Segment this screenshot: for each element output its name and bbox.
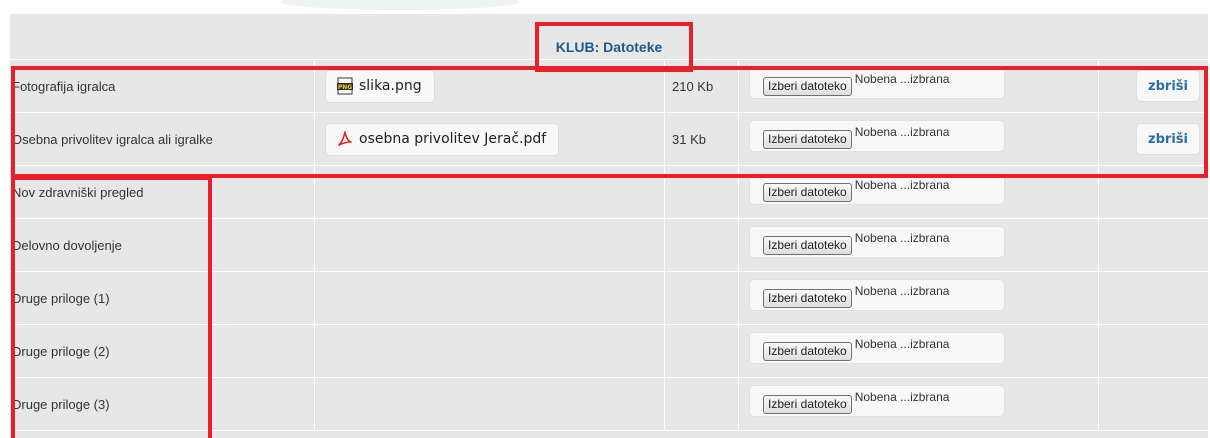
file-link[interactable]: osebna privolitev Jerač.pdf xyxy=(325,122,560,156)
table-row: Fotografija igralca PNG slika.png 210 Kb xyxy=(10,60,1208,113)
choose-file-button[interactable]: Izberi datoteko xyxy=(763,289,852,308)
choose-file-button[interactable]: Izberi datoteko xyxy=(763,395,852,414)
row-label: Druge priloge (1) xyxy=(12,290,110,306)
file-link[interactable]: PNG slika.png xyxy=(325,69,435,103)
table-row: Delovno dovoljenje Izberi datoteko Noben… xyxy=(10,219,1208,272)
choose-file-button[interactable]: Izberi datoteko xyxy=(763,130,852,149)
row-label: Delovno dovoljenje xyxy=(12,237,122,253)
size-cell: 210 Kb xyxy=(665,60,739,112)
row-label-cell: Druge priloge (2) xyxy=(10,325,315,377)
file-cell xyxy=(315,166,665,218)
table-row: Osebna privolitev igralca ali igralke os… xyxy=(10,113,1208,166)
delete-cell xyxy=(1099,219,1208,271)
choose-file-button[interactable]: Izberi datoteko xyxy=(763,77,852,96)
file-size: 31 Kb xyxy=(672,131,706,147)
row-label: Fotografija igralca xyxy=(12,78,116,94)
delete-cell: zbriši xyxy=(1099,113,1208,165)
table-row: Druge priloge (3) Izberi datoteko Nobena… xyxy=(10,378,1208,431)
choose-file-button[interactable]: Izberi datoteko xyxy=(763,183,852,202)
no-file-status: Nobena ...izbrana xyxy=(854,125,950,139)
file-input[interactable]: Izberi datoteko Nobena ...izbrana xyxy=(749,173,1005,205)
table-title-row: KLUB: Datoteke xyxy=(10,14,1208,60)
upload-cell: Izberi datoteko Nobena ...izbrana xyxy=(739,113,1099,165)
no-file-status: Nobena ...izbrana xyxy=(854,390,950,404)
upload-cell: Izberi datoteko Nobena ...izbrana xyxy=(739,325,1099,377)
file-cell: osebna privolitev Jerač.pdf xyxy=(315,113,665,165)
table-row: Druge priloge (2) Izberi datoteko Nobena… xyxy=(10,325,1208,378)
delete-button[interactable]: zbriši xyxy=(1136,123,1200,155)
delete-cell xyxy=(1099,325,1208,377)
delete-cell xyxy=(1099,272,1208,324)
row-label-cell: Delovno dovoljenje xyxy=(10,219,315,271)
row-label: Nov zdravniški pregled xyxy=(12,184,144,200)
file-name: osebna privolitev Jerač.pdf xyxy=(359,131,547,147)
file-name: slika.png xyxy=(359,78,422,94)
choose-file-button[interactable]: Izberi datoteko xyxy=(763,236,852,255)
no-file-status: Nobena ...izbrana xyxy=(854,284,950,298)
svg-text:PNG: PNG xyxy=(338,84,352,91)
file-input[interactable]: Izberi datoteko Nobena ...izbrana xyxy=(749,67,1005,99)
section-title: KLUB: Datoteke xyxy=(555,39,663,55)
png-file-icon: PNG xyxy=(336,77,354,95)
file-cell xyxy=(315,378,665,430)
size-cell xyxy=(665,378,739,430)
no-file-status: Nobena ...izbrana xyxy=(854,178,950,192)
size-cell xyxy=(665,166,739,218)
delete-cell xyxy=(1099,166,1208,218)
row-label: Druge priloge (3) xyxy=(12,396,110,412)
header-swoosh xyxy=(280,0,520,10)
size-cell xyxy=(665,272,739,324)
size-cell xyxy=(665,325,739,377)
page: KLUB: Datoteke Fotografija igralca PNG s… xyxy=(0,0,1210,438)
choose-file-button[interactable]: Izberi datoteko xyxy=(763,342,852,361)
row-label-cell: Fotografija igralca xyxy=(10,60,315,112)
size-cell: 31 Kb xyxy=(665,113,739,165)
row-label: Druge priloge (2) xyxy=(12,343,110,359)
file-input[interactable]: Izberi datoteko Nobena ...izbrana xyxy=(749,226,1005,258)
upload-cell: Izberi datoteko Nobena ...izbrana xyxy=(739,378,1099,430)
upload-cell: Izberi datoteko Nobena ...izbrana xyxy=(739,219,1099,271)
upload-cell: Izberi datoteko Nobena ...izbrana xyxy=(739,272,1099,324)
file-cell xyxy=(315,325,665,377)
upload-cell: Izberi datoteko Nobena ...izbrana xyxy=(739,166,1099,218)
file-cell xyxy=(315,272,665,324)
file-cell: PNG slika.png xyxy=(315,60,665,112)
row-label: Osebna privolitev igralca ali igralke xyxy=(12,131,213,147)
file-size: 210 Kb xyxy=(672,78,714,94)
file-input[interactable]: Izberi datoteko Nobena ...izbrana xyxy=(749,332,1005,364)
no-file-status: Nobena ...izbrana xyxy=(854,337,950,351)
pdf-file-icon xyxy=(336,130,354,148)
file-cell xyxy=(315,219,665,271)
table-row: Druge priloge (1) Izberi datoteko Nobena… xyxy=(10,272,1208,325)
delete-button[interactable]: zbriši xyxy=(1136,70,1200,102)
size-cell xyxy=(665,219,739,271)
upload-cell: Izberi datoteko Nobena ...izbrana xyxy=(739,60,1099,112)
files-table: KLUB: Datoteke Fotografija igralca PNG s… xyxy=(10,14,1208,438)
delete-cell: zbriši xyxy=(1099,60,1208,112)
table-row: Nov zdravniški pregled Izberi datoteko N… xyxy=(10,166,1208,219)
row-label-cell: Druge priloge (1) xyxy=(10,272,315,324)
file-input[interactable]: Izberi datoteko Nobena ...izbrana xyxy=(749,279,1005,311)
row-label-cell: Nov zdravniški pregled xyxy=(10,166,315,218)
file-input[interactable]: Izberi datoteko Nobena ...izbrana xyxy=(749,120,1005,152)
row-label-cell: Osebna privolitev igralca ali igralke xyxy=(10,113,315,165)
header-decoration xyxy=(0,0,1210,12)
no-file-status: Nobena ...izbrana xyxy=(854,231,950,245)
row-label-cell: Druge priloge (3) xyxy=(10,378,315,430)
no-file-status: Nobena ...izbrana xyxy=(854,72,950,86)
file-input[interactable]: Izberi datoteko Nobena ...izbrana xyxy=(749,385,1005,417)
delete-cell xyxy=(1099,378,1208,430)
